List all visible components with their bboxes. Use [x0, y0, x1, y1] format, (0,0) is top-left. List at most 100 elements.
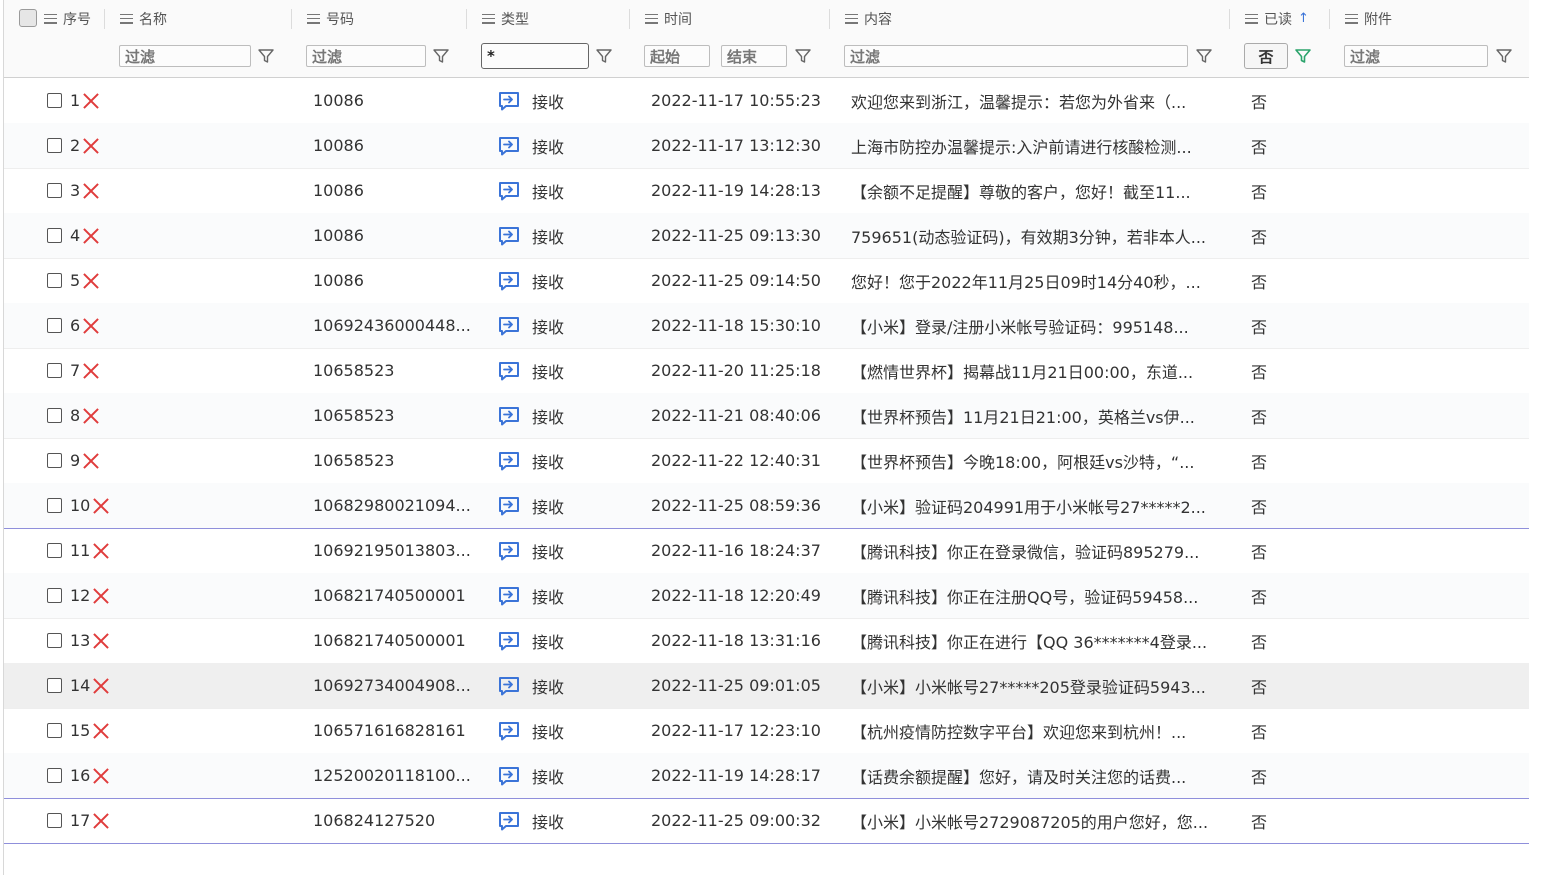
close-icon[interactable]: [82, 92, 100, 110]
column-header-seq[interactable]: 序号: [44, 0, 91, 37]
funnel-icon[interactable]: [1195, 47, 1213, 65]
row-checkbox[interactable]: [47, 498, 62, 513]
close-icon[interactable]: [82, 317, 100, 335]
row-checkbox[interactable]: [47, 453, 62, 468]
close-icon[interactable]: [92, 677, 110, 695]
close-icon[interactable]: [92, 497, 110, 515]
funnel-icon[interactable]: [1294, 47, 1312, 65]
close-icon[interactable]: [82, 452, 100, 470]
column-header-content[interactable]: 内容: [845, 0, 892, 37]
table-row[interactable]: 2 10086 接收 2022-11-17 13:12:30 上海市防控办温馨提…: [4, 123, 1529, 169]
close-icon[interactable]: [82, 407, 100, 425]
seq-cell: 17: [70, 798, 110, 843]
read-filter-select[interactable]: 否: [1244, 43, 1288, 69]
table-row[interactable]: 3 10086 接收 2022-11-19 14:28:13 【余额不足提醒】尊…: [4, 168, 1529, 214]
column-header-name[interactable]: 名称: [120, 0, 167, 37]
list-icon[interactable]: [845, 13, 858, 24]
table-row[interactable]: 14 10692734004908... 接收 2022-11-25 09:01…: [4, 663, 1529, 709]
number-cell: 10086: [313, 181, 364, 200]
row-checkbox[interactable]: [47, 588, 62, 603]
funnel-icon[interactable]: [794, 47, 812, 65]
table-row[interactable]: 10 10682980021094... 接收 2022-11-25 08:59…: [4, 483, 1529, 529]
list-icon[interactable]: [482, 13, 495, 24]
number-cell: 12520020118100...: [313, 766, 471, 785]
table-row[interactable]: 6 10692436000448... 接收 2022-11-18 15:30:…: [4, 303, 1529, 349]
time-start-filter-input[interactable]: 起始: [644, 45, 710, 67]
table-row[interactable]: 4 10086 接收 2022-11-25 09:13:30 759651(动态…: [4, 213, 1529, 259]
list-icon[interactable]: [120, 13, 133, 24]
close-icon[interactable]: [82, 272, 100, 290]
funnel-icon[interactable]: [257, 47, 275, 65]
row-checkbox[interactable]: [47, 93, 62, 108]
list-icon[interactable]: [645, 13, 658, 24]
list-icon[interactable]: [1345, 13, 1358, 24]
content-filter-input[interactable]: 过滤: [844, 45, 1188, 67]
type-filter-input[interactable]: *: [481, 43, 589, 69]
time-cell: 2022-11-25 09:00:32: [651, 811, 821, 830]
funnel-icon[interactable]: [1495, 47, 1513, 65]
row-checkbox[interactable]: [47, 183, 62, 198]
column-header-type[interactable]: 类型: [482, 0, 529, 37]
table-row[interactable]: 7 10658523 接收 2022-11-20 11:25:18 【燃情世界杯…: [4, 348, 1529, 394]
seq-value: 9: [70, 451, 81, 470]
row-checkbox[interactable]: [47, 228, 62, 243]
arrow-up-icon[interactable]: ↑: [1298, 11, 1309, 26]
row-checkbox[interactable]: [47, 768, 62, 783]
funnel-icon[interactable]: [432, 47, 450, 65]
row-checkbox[interactable]: [47, 723, 62, 738]
message-in-icon: [499, 271, 519, 290]
close-icon[interactable]: [92, 722, 110, 740]
table-row[interactable]: 13 106821740500001 接收 2022-11-18 13:31:1…: [4, 618, 1529, 664]
read-cell: 否: [1251, 182, 1268, 202]
column-resize-handle[interactable]: [104, 9, 105, 29]
row-checkbox[interactable]: [47, 813, 62, 828]
time-end-filter-input[interactable]: 结束: [721, 45, 787, 67]
column-resize-handle[interactable]: [291, 9, 292, 29]
column-header-time[interactable]: 时间: [645, 0, 692, 37]
close-icon[interactable]: [92, 767, 110, 785]
close-icon[interactable]: [92, 542, 110, 560]
table-row[interactable]: 5 10086 接收 2022-11-25 09:14:50 您好！您于2022…: [4, 258, 1529, 304]
table-row[interactable]: 15 106571616828161 接收 2022-11-17 12:23:1…: [4, 708, 1529, 754]
close-icon[interactable]: [92, 587, 110, 605]
table-row[interactable]: 12 106821740500001 接收 2022-11-18 12:20:4…: [4, 573, 1529, 619]
table-row[interactable]: 16 12520020118100... 接收 2022-11-19 14:28…: [4, 753, 1529, 799]
table-row[interactable]: 9 10658523 接收 2022-11-22 12:40:31 【世界杯预告…: [4, 438, 1529, 484]
table-row[interactable]: 11 10692195013803... 接收 2022-11-16 18:24…: [4, 528, 1529, 574]
attachment-filter-input[interactable]: 过滤: [1344, 45, 1488, 67]
row-checkbox[interactable]: [47, 408, 62, 423]
name-filter-input[interactable]: 过滤: [119, 45, 251, 67]
list-icon[interactable]: [1245, 13, 1258, 24]
column-header-read[interactable]: 已读 ↑: [1245, 0, 1309, 37]
close-icon[interactable]: [92, 632, 110, 650]
close-icon[interactable]: [82, 182, 100, 200]
row-checkbox[interactable]: [47, 363, 62, 378]
funnel-icon[interactable]: [595, 47, 613, 65]
row-checkbox[interactable]: [47, 543, 62, 558]
list-icon[interactable]: [307, 13, 320, 24]
table-row[interactable]: 17 106824127520 接收 2022-11-25 09:00:32 【…: [4, 798, 1529, 844]
seq-cell: 7: [70, 348, 100, 393]
close-icon[interactable]: [82, 137, 100, 155]
close-icon[interactable]: [82, 227, 100, 245]
column-resize-handle[interactable]: [829, 9, 830, 29]
content-cell: 【世界杯预告】今晚18:00，阿根廷vs沙特，“...: [851, 452, 1195, 472]
row-checkbox[interactable]: [47, 273, 62, 288]
column-header-attachment[interactable]: 附件: [1345, 0, 1392, 37]
select-all-checkbox[interactable]: [19, 9, 37, 27]
row-checkbox[interactable]: [47, 678, 62, 693]
table-row[interactable]: 8 10658523 接收 2022-11-21 08:40:06 【世界杯预告…: [4, 393, 1529, 439]
close-icon[interactable]: [82, 362, 100, 380]
number-filter-input[interactable]: 过滤: [306, 45, 426, 67]
close-icon[interactable]: [92, 812, 110, 830]
row-checkbox[interactable]: [47, 138, 62, 153]
list-icon[interactable]: [44, 13, 57, 24]
column-resize-handle[interactable]: [1329, 9, 1330, 29]
row-checkbox[interactable]: [47, 633, 62, 648]
row-checkbox[interactable]: [47, 318, 62, 333]
column-header-number[interactable]: 号码: [307, 0, 354, 37]
column-resize-handle[interactable]: [1229, 9, 1230, 29]
table-row[interactable]: 1 10086 接收 2022-11-17 10:55:23 欢迎您来到浙江，温…: [4, 78, 1529, 124]
column-resize-handle[interactable]: [466, 9, 467, 29]
column-resize-handle[interactable]: [629, 9, 630, 29]
